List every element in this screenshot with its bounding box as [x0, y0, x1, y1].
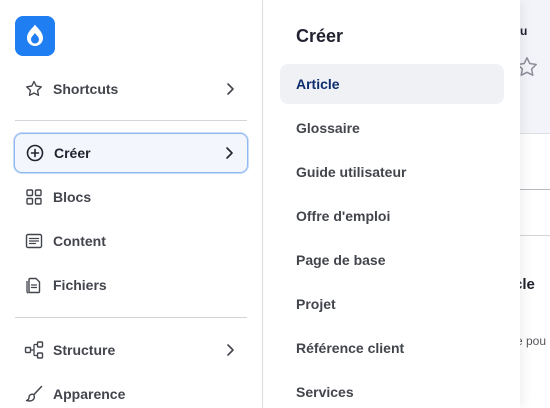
submenu-item-glossaire[interactable]: Glossaire: [280, 108, 504, 148]
sidebar-divider: [15, 317, 247, 318]
sidebar-item-shortcuts[interactable]: Shortcuts: [14, 69, 248, 109]
background-divider: [520, 189, 550, 190]
submenu-item-page-de-base[interactable]: Page de base: [280, 240, 504, 280]
submenu-item-guide-utilisateur[interactable]: Guide utilisateur: [280, 152, 504, 192]
background-text-fragment: e pou: [520, 334, 547, 348]
sidebar-item-structure[interactable]: Structure: [14, 330, 248, 370]
star-icon: [24, 79, 44, 99]
background-title-fragment: u: [520, 24, 528, 38]
sidebar-item-label: Shortcuts: [53, 81, 119, 97]
sidebar-item-label: Structure: [53, 342, 116, 358]
chevron-right-icon: [222, 81, 238, 97]
admin-sidebar: Shortcuts Créer Blocs Content Fichiers S…: [0, 0, 263, 408]
background-divider: [520, 235, 550, 236]
sidebar-item-label: Content: [53, 233, 106, 249]
blocks-grid-icon: [24, 187, 44, 207]
brush-icon: [24, 384, 44, 404]
sidebar-item-label: Blocs: [53, 189, 92, 205]
submenu-item-offre-emploi[interactable]: Offre d'emploi: [280, 196, 504, 236]
plus-circle-icon: [25, 143, 45, 163]
chevron-right-icon: [222, 342, 238, 358]
submenu-item-article[interactable]: Article: [280, 64, 504, 104]
submenu-title: Créer: [296, 26, 344, 46]
structure-icon: [24, 340, 44, 360]
sidebar-item-label: Créer: [54, 145, 91, 161]
submenu-item-reference-client[interactable]: Référence client: [280, 328, 504, 368]
submenu-item-projet[interactable]: Projet: [280, 284, 504, 324]
drupal-logo[interactable]: [15, 16, 55, 56]
files-icon: [24, 275, 44, 295]
chevron-right-icon: [221, 145, 237, 161]
sidebar-item-label: Apparence: [53, 386, 126, 402]
drupal-drop-icon: [27, 24, 43, 46]
background-heading-fragment: cle: [520, 276, 535, 293]
sidebar-item-fichiers[interactable]: Fichiers: [14, 265, 248, 305]
sidebar-item-blocs[interactable]: Blocs: [14, 177, 248, 217]
star-icon[interactable]: [520, 54, 540, 80]
sidebar-divider: [15, 120, 247, 121]
sidebar-item-content[interactable]: Content: [14, 221, 248, 261]
submenu-item-services[interactable]: Services: [280, 372, 504, 408]
content-list-icon: [24, 231, 44, 251]
background-page: u cle e pou: [520, 0, 550, 408]
sidebar-item-label: Fichiers: [53, 277, 107, 293]
create-submenu-panel: Créer Article Glossaire Guide utilisateu…: [264, 0, 520, 408]
sidebar-item-creer[interactable]: Créer: [14, 133, 248, 173]
sidebar-item-apparence[interactable]: Apparence: [14, 374, 248, 408]
